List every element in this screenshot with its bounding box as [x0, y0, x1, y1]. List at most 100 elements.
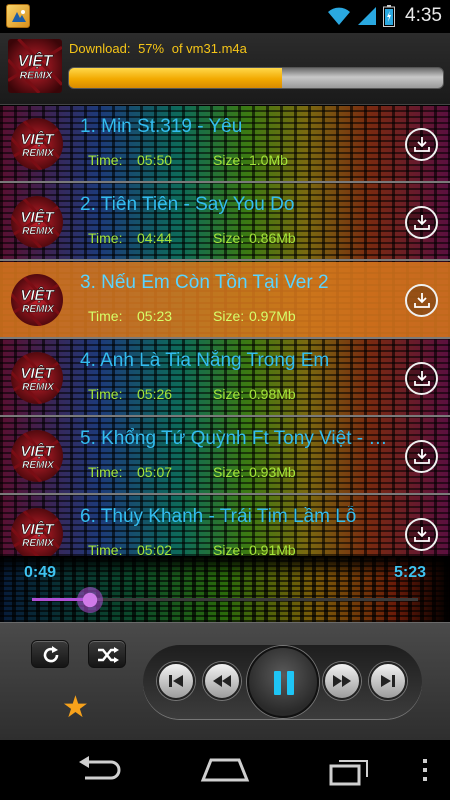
repeat-icon [43, 646, 59, 663]
wifi-icon [328, 7, 351, 25]
download-button[interactable] [405, 518, 438, 551]
fast-forward-button[interactable] [323, 662, 361, 700]
download-icon [414, 293, 430, 308]
thumb-text-top: VIỆT [20, 130, 55, 148]
thumb-text-bottom: REMIX [22, 538, 55, 549]
song-thumbnail: VIỆT REMIX [11, 508, 63, 556]
song-thumbnail: VIỆT REMIX [11, 274, 63, 326]
song-row[interactable]: VIỆT REMIX 5. Khổng Tứ Quỳnh Ft Tony Việt … [0, 418, 450, 495]
home-icon[interactable] [199, 754, 251, 784]
elapsed-time: 0:49 [24, 564, 57, 581]
song-duration: 05:26 [137, 386, 173, 402]
song-title: 1. Min St.319 - Yêu [80, 116, 243, 137]
download-button[interactable] [405, 128, 438, 161]
song-row[interactable]: VIỆT REMIX 2. Tiên Tiên - Say You Do Time: 0… [0, 184, 450, 261]
time-label: Time: [88, 152, 123, 168]
rewind-icon [213, 675, 231, 687]
thumb-text-bottom: REMIX [22, 226, 55, 237]
battery-icon [383, 5, 396, 27]
song-duration: 05:50 [137, 152, 173, 168]
download-progress-bar [68, 67, 444, 89]
song-size: 0.97Mb [249, 308, 296, 324]
download-status: Download: 57% of vm31.m4a [69, 41, 251, 56]
song-title: 5. Khổng Tứ Quỳnh Ft Tony Việt - Giữ Em [80, 428, 390, 449]
time-label: Time: [88, 386, 123, 402]
thumb-text-bottom: REMIX [22, 304, 55, 315]
thumb-text-top: VIỆT [18, 51, 54, 70]
download-icon [414, 215, 430, 230]
download-filename: of vm31.m4a [171, 41, 247, 56]
status-time: 4:35 [405, 5, 442, 26]
song-size: 0.93Mb [249, 464, 296, 480]
song-title: 6. Thúy Khanh - Trái Tim Lầm Lỗ [80, 506, 357, 527]
download-label: Download: [69, 41, 131, 56]
song-duration: 04:44 [137, 230, 173, 246]
download-button[interactable] [405, 440, 438, 473]
repeat-button[interactable] [31, 640, 69, 668]
time-label: Time: [88, 230, 123, 246]
song-thumbnail: VIỆT REMIX [11, 430, 63, 482]
app-icon [6, 4, 30, 28]
download-icon [414, 449, 430, 464]
equalizer-visual [0, 556, 450, 622]
control-panel: ★ [0, 622, 450, 740]
star-icon[interactable]: ★ [62, 693, 89, 723]
download-icon [414, 527, 430, 542]
song-row[interactable]: VIỆT REMIX 4. Anh Là Tia Nắng Trong Em Time… [0, 340, 450, 417]
thumb-text-bottom: REMIX [22, 382, 55, 393]
signal-icon [358, 7, 377, 25]
player-panel: 0:49 5:23 ★ [0, 556, 450, 740]
system-nav-bar [0, 740, 450, 800]
thumb-text-bottom: REMIX [22, 460, 55, 471]
download-button[interactable] [405, 206, 438, 239]
back-icon[interactable] [75, 754, 123, 784]
time-label: Time: [88, 542, 123, 556]
download-button[interactable] [405, 284, 438, 317]
skip-previous-icon [169, 675, 183, 687]
shuffle-button[interactable] [88, 640, 126, 668]
shuffle-icon [98, 647, 119, 663]
song-row[interactable]: VIỆT REMIX 1. Min St.319 - Yêu Time: 05:50 Si… [0, 106, 450, 183]
size-label: Size: [213, 230, 245, 246]
song-thumbnail: VIỆT REMIX [11, 352, 63, 404]
recent-apps-icon[interactable] [327, 754, 373, 786]
time-label: Time: [88, 308, 123, 324]
size-label: Size: [213, 542, 245, 556]
song-size: 0.86Mb [249, 230, 296, 246]
thumb-text-bottom: REMIX [22, 148, 55, 159]
song-list[interactable]: VIỆT REMIX 1. Min St.319 - Yêu Time: 05:50 Si… [0, 106, 450, 556]
thumb-text-bottom: REMIX [20, 70, 54, 81]
transport-controls [143, 645, 422, 719]
skip-next-button[interactable] [369, 662, 407, 700]
song-row[interactable]: VIỆT REMIX 6. Thúy Khanh - Trái Tim Lầm Lỗ… [0, 496, 450, 556]
song-size: 0.91Mb [249, 542, 296, 556]
total-time: 5:23 [393, 564, 426, 581]
status-bar: 4:35 [0, 0, 450, 33]
pause-icon [274, 671, 294, 695]
time-label: Time: [88, 464, 123, 480]
download-percent: 57% [138, 41, 165, 56]
song-row[interactable]: VIỆT REMIX 3. Nếu Em Còn Tồn Tại Ver 2 Time… [0, 262, 450, 339]
thumb-text-top: VIỆT [20, 364, 55, 382]
download-icon [414, 371, 430, 386]
rewind-button[interactable] [203, 662, 241, 700]
thumb-text-top: VIỆT [20, 208, 55, 226]
song-size: 0.98Mb [249, 386, 296, 402]
size-label: Size: [213, 308, 245, 324]
download-button[interactable] [405, 362, 438, 395]
thumb-text-top: VIỆT [20, 286, 55, 304]
skip-previous-button[interactable] [157, 662, 195, 700]
size-label: Size: [213, 464, 245, 480]
song-title: 3. Nếu Em Còn Tồn Tại Ver 2 [80, 272, 329, 293]
skip-next-icon [381, 675, 395, 687]
seek-thumb[interactable] [76, 587, 103, 613]
download-header: VIỆT REMIX Download: 57% of vm31.m4a [0, 33, 450, 105]
song-title: 4. Anh Là Tia Nắng Trong Em [80, 350, 330, 371]
overflow-menu-icon[interactable] [420, 758, 430, 782]
pause-button[interactable] [247, 646, 319, 718]
seek-bar[interactable] [32, 587, 418, 613]
fast-forward-icon [333, 675, 351, 687]
song-duration: 05:23 [137, 308, 173, 324]
song-duration: 05:07 [137, 464, 173, 480]
song-size: 1.0Mb [249, 152, 288, 168]
